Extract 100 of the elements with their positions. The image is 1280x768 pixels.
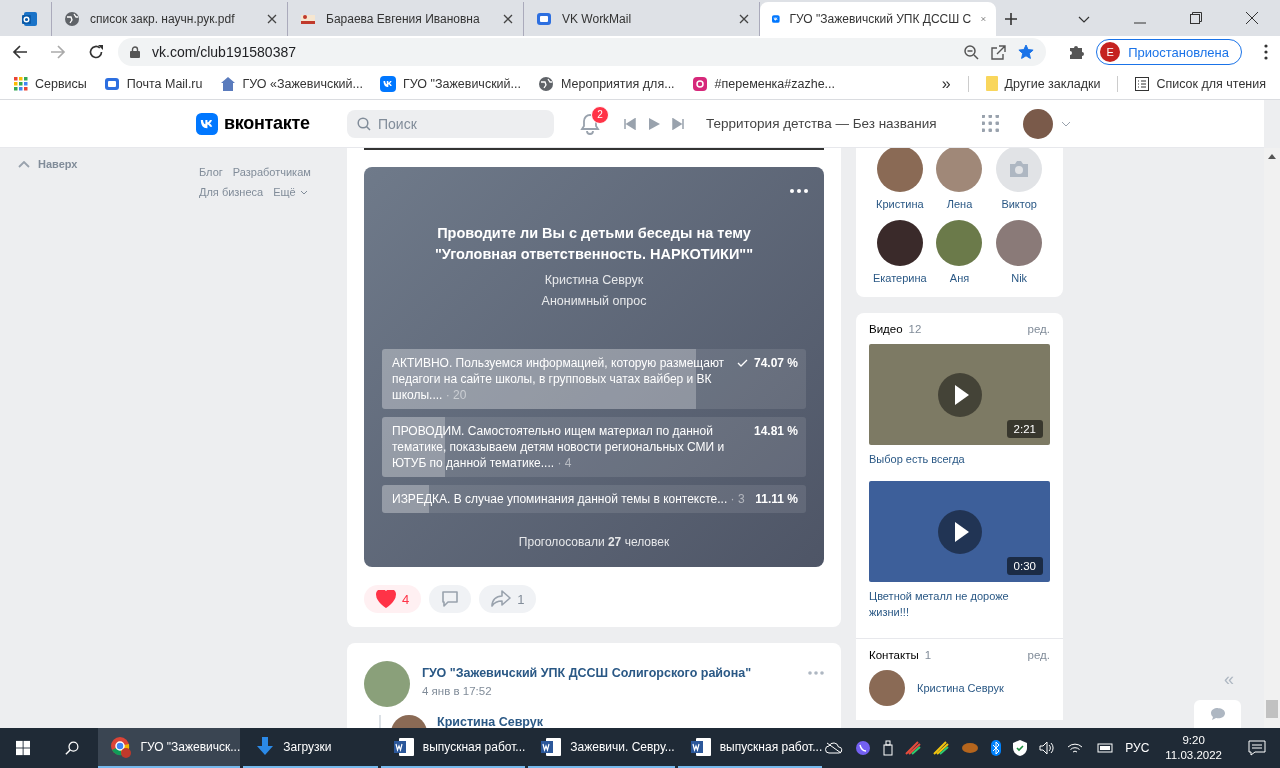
tray-app-icon[interactable]	[933, 741, 950, 755]
language-indicator[interactable]: РУС	[1125, 741, 1150, 755]
chevron-up-icon	[18, 160, 30, 168]
vk-logo-icon	[380, 75, 396, 92]
restore-icon[interactable]	[1190, 12, 1202, 24]
notification-center-icon[interactable]	[1248, 740, 1266, 756]
contact-name[interactable]: Кристина Севрук	[917, 682, 1004, 694]
plus-icon[interactable]	[1004, 12, 1018, 26]
shield-icon[interactable]	[1013, 740, 1028, 756]
browser-tab[interactable]: ГУО "Зажевичский УПК ДССШ С	[760, 2, 996, 36]
track-title[interactable]: Территория детства — Без названия	[706, 116, 937, 131]
close-icon[interactable]	[1246, 12, 1258, 24]
zoom-out-icon[interactable]	[964, 44, 980, 60]
document-app-icon	[689, 736, 712, 758]
close-icon[interactable]	[267, 14, 277, 24]
previous-track-icon[interactable]	[624, 117, 636, 130]
play-icon[interactable]	[648, 117, 660, 130]
profile-status: Приостановлена	[1128, 44, 1229, 60]
star-icon[interactable]	[1018, 44, 1035, 60]
battery-icon[interactable]	[1095, 742, 1114, 754]
tab-title: VK WorkMail	[562, 12, 633, 26]
reading-list-button[interactable]: Список для чтения	[1135, 76, 1266, 91]
post-author[interactable]: ГУО "Зажевичский УПК ДССШ Солигорского района"	[422, 666, 796, 680]
apps-grid-icon	[14, 76, 28, 91]
more-bookmarks-button[interactable]: »	[941, 74, 951, 93]
video-title[interactable]: Выбор есть всегда	[869, 451, 1050, 467]
taskbar-app[interactable]: выпускная работ...	[677, 728, 823, 768]
scrollbar[interactable]	[1264, 148, 1280, 728]
mail-app-icon	[21, 11, 38, 27]
option-text: ИЗРЕДКА. В случае упоминания данной темы в контексте... · 3	[392, 491, 746, 507]
profile-menu[interactable]	[1023, 108, 1072, 139]
friend-name[interactable]: Виктор	[1001, 198, 1037, 210]
tray-app-icon[interactable]	[905, 741, 922, 755]
usb-drive-icon[interactable]	[883, 740, 894, 756]
vote-percent: 74.07 %	[753, 355, 798, 371]
video-thumbnail[interactable]: 0:30	[869, 481, 1050, 582]
bookmark[interactable]: Мероприятия для...	[538, 75, 675, 92]
document-app-icon	[392, 736, 415, 758]
bookmark[interactable]: ГУО «Зажевичский...	[219, 75, 363, 92]
avatar-placeholder	[1023, 108, 1054, 139]
vote-total: Проголосовали 27 человек	[518, 535, 670, 549]
chevron-down-icon	[299, 189, 308, 195]
section-title[interactable]: Видео	[869, 323, 903, 335]
friend-name[interactable]: Екатерина	[872, 272, 927, 284]
video-thumbnail[interactable]: 2:21	[869, 344, 1050, 445]
taskbar-app[interactable]: выпускная работ...	[380, 728, 526, 768]
scrollbar-thumb[interactable]	[1266, 700, 1278, 718]
group-avatar[interactable]	[364, 661, 410, 707]
vk-logo-icon	[196, 112, 218, 135]
search-field[interactable]: Поиск	[347, 109, 554, 138]
bookmark[interactable]: #переменка#zazhe...	[691, 75, 836, 92]
avatar-placeholder[interactable]	[876, 220, 923, 266]
taskbar-app[interactable]: Загрузки	[243, 728, 378, 768]
share-arrow-icon	[491, 590, 512, 608]
friend-name[interactable]: Лена	[946, 198, 973, 210]
section-title[interactable]: Контакты	[869, 649, 919, 661]
profile-avatar: Е	[1100, 42, 1121, 62]
mail-icon	[103, 75, 120, 92]
edit-link[interactable]: ред.	[1027, 649, 1050, 661]
apps-grid-icon[interactable]	[982, 114, 1001, 133]
poll-option[interactable]: ИЗРЕДКА. В случае упоминания данной темы в контексте... · 3 11.11 %	[382, 485, 806, 513]
search-icon[interactable]	[65, 740, 80, 756]
friend-name[interactable]: Аня	[949, 272, 970, 284]
share-icon[interactable]	[991, 44, 1007, 60]
poll-author[interactable]: Кристина Севрук	[544, 273, 644, 287]
next-track-icon[interactable]	[672, 117, 684, 130]
bookmark-folder[interactable]: Другие закладки	[985, 76, 1101, 91]
chat-app-icon[interactable]	[855, 740, 872, 756]
bookmark[interactable]: Сервисы	[14, 76, 87, 91]
scroll-up-icon[interactable]	[1268, 154, 1276, 159]
comment-author[interactable]: Кристина Севрук	[437, 715, 544, 728]
vk-logo[interactable]: вконтакте	[196, 112, 347, 135]
address-bar[interactable]: vk.com/club191580387	[118, 38, 1047, 66]
clock[interactable]: 9:20 11.03.2022	[1165, 733, 1222, 763]
video-title[interactable]: Цветной металл не дороже жизни!!!	[869, 588, 1050, 620]
taskbar-app[interactable]: ГУО "Зажевичск...	[98, 728, 241, 768]
chevron-down-icon[interactable]	[1078, 16, 1090, 24]
back-arrow-icon[interactable]	[12, 44, 28, 60]
document-app-icon	[540, 736, 563, 758]
close-icon[interactable]	[739, 14, 749, 24]
puzzle-icon[interactable]	[1068, 44, 1085, 60]
friend-name[interactable]: Nik	[1011, 272, 1028, 284]
close-icon[interactable]	[503, 14, 513, 24]
wifi-icon[interactable]	[1067, 741, 1084, 755]
menu-icon[interactable]	[1264, 44, 1268, 60]
post-date[interactable]: 4 янв в 17:52	[422, 685, 796, 697]
list-icon	[1135, 76, 1150, 91]
cloud-icon[interactable]	[825, 742, 844, 754]
friend-name[interactable]: Кристина	[876, 198, 924, 210]
edit-link[interactable]: ред.	[1027, 323, 1050, 335]
more-icon[interactable]	[790, 189, 808, 193]
poll-option[interactable]: ПРОВОДИМ. Самостоятельно ищем материал по данной тематике, показываем детям новости региональных СМИ и ЮТУБ по данной тематике.... · 4 14.81 %	[382, 417, 806, 477]
bookmark[interactable]: ГУО "Зажевичский...	[380, 75, 521, 92]
windows-start-icon[interactable]	[16, 740, 31, 756]
bookmark[interactable]: Почта Mail.ru	[103, 75, 203, 92]
taskbar-app[interactable]: Зажевичи. Севру...	[528, 728, 675, 768]
poll-type: Анонимный опрос	[541, 294, 647, 308]
bluetooth-icon[interactable]	[991, 740, 1002, 756]
reload-icon[interactable]	[88, 44, 104, 60]
speaker-icon[interactable]	[1039, 741, 1056, 755]
